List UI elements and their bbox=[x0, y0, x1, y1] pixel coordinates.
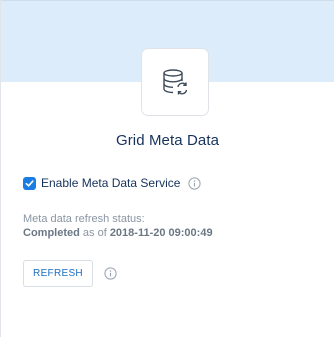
refresh-info-icon[interactable] bbox=[104, 267, 117, 280]
enable-meta-data-service-label[interactable]: Enable Meta Data Service bbox=[41, 176, 180, 190]
refresh-status-as-of: as of bbox=[79, 227, 110, 239]
checkmark-icon bbox=[25, 179, 34, 187]
refresh-button[interactable]: REFRESH bbox=[23, 260, 93, 287]
grid-meta-data-card: Grid Meta Data Enable Meta Data Service … bbox=[0, 0, 334, 337]
refresh-status-value: Completed as of 2018-11-20 09:00:49 bbox=[23, 227, 213, 239]
card-title: Grid Meta Data bbox=[115, 132, 220, 149]
database-sync-icon bbox=[141, 48, 209, 116]
enable-meta-data-service-row: Enable Meta Data Service bbox=[23, 175, 202, 191]
refresh-status-label: Meta data refresh status: bbox=[23, 213, 145, 225]
refresh-status-state: Completed bbox=[23, 227, 80, 239]
enable-meta-data-service-checkbox[interactable] bbox=[23, 176, 36, 190]
refresh-status-timestamp: 2018-11-20 09:00:49 bbox=[109, 227, 213, 239]
info-icon[interactable] bbox=[188, 176, 202, 190]
